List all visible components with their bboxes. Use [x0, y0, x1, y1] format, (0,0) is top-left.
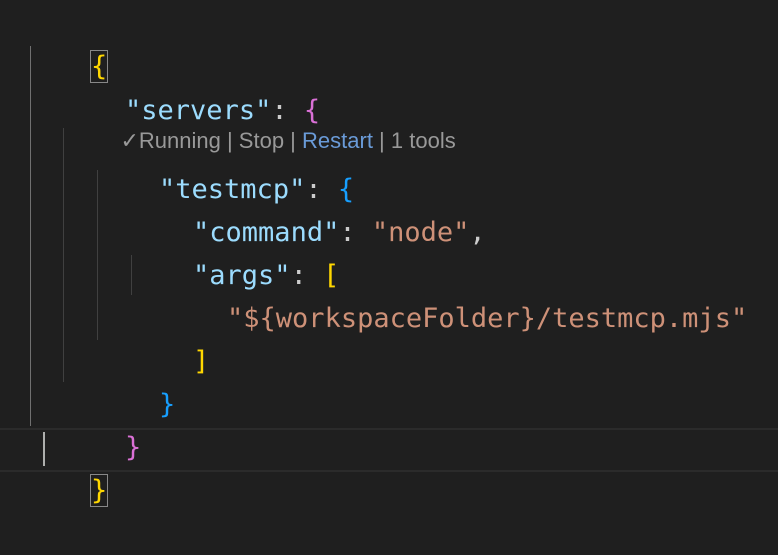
- code-line-3: "testmcp": {: [94, 125, 354, 205]
- mcp-server-codelens: ✓Running | Stop | Restart | 1 tools: [96, 90, 455, 153]
- code-line-8: }: [94, 340, 175, 420]
- code-line-7: ]: [128, 297, 209, 377]
- colon: :: [339, 217, 372, 248]
- close-bracket: ]: [193, 346, 210, 377]
- text-cursor: [43, 432, 45, 466]
- code-line-5: "args": [: [128, 211, 339, 291]
- code-line-6: "${workspaceFolder}/testmcp.mjs": [162, 254, 747, 334]
- close-brace: }: [125, 432, 142, 463]
- comma: ,: [469, 217, 486, 248]
- code-line-1: {: [26, 2, 109, 83]
- json-string-value: "${workspaceFolder}/testmcp.mjs": [227, 303, 748, 334]
- close-brace: }: [159, 389, 176, 420]
- separator: |: [372, 128, 391, 153]
- close-brace: }: [90, 474, 109, 507]
- code-line-9: }: [60, 383, 141, 463]
- code-line-10: }: [26, 426, 109, 507]
- code-line-4: "command": "node",: [128, 168, 486, 248]
- code-line-2: "servers": {: [60, 46, 320, 126]
- tools-link[interactable]: 1 tools: [391, 128, 456, 153]
- json-string-value: "node": [371, 217, 470, 248]
